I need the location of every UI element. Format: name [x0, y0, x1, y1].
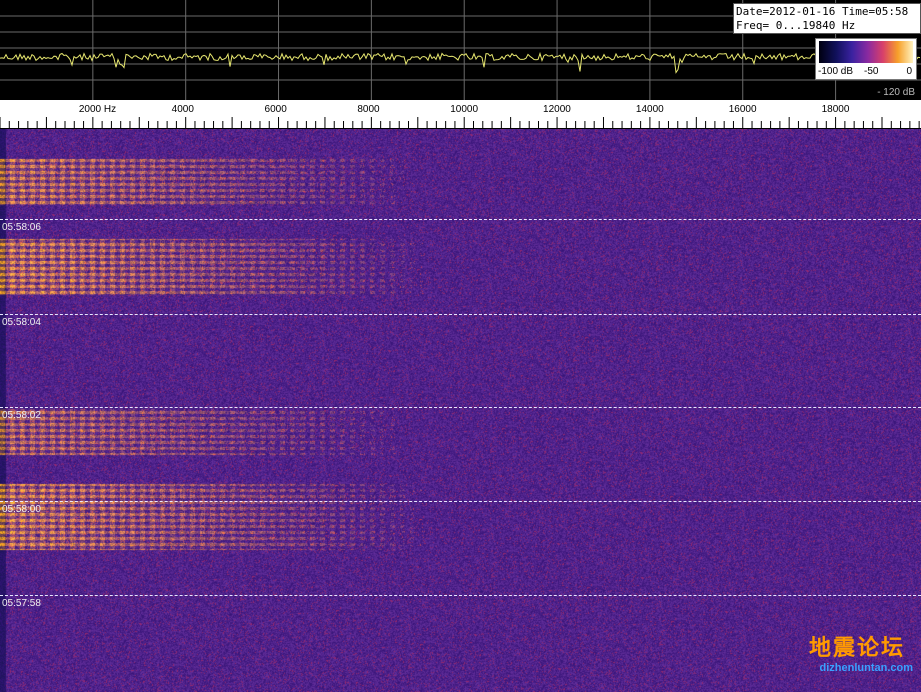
- time-marker-line: [0, 407, 921, 408]
- frequency-tick-label: 12000: [543, 104, 571, 115]
- legend-min-label: -100 dB: [818, 66, 854, 77]
- spectrum-analyzer-window: Date=2012-01-16 Time=05:58 Freq= 0...198…: [0, 0, 921, 692]
- frequency-tick-label: 16000: [729, 104, 757, 115]
- spectrum-trace-panel: Date=2012-01-16 Time=05:58 Freq= 0...198…: [0, 0, 921, 100]
- color-scale-legend: -100 dB -50 0: [815, 38, 917, 80]
- time-marker-label: 05:58:04: [2, 317, 41, 328]
- legend-max-label: 0: [906, 66, 912, 77]
- time-marker-line: [0, 501, 921, 502]
- legend-mid-label: -50: [864, 66, 879, 77]
- time-marker-line: [0, 219, 921, 220]
- noise-floor-label: - 120 dB: [877, 87, 915, 98]
- waterfall-canvas: [0, 129, 921, 692]
- frequency-tick-label: 8000: [357, 104, 380, 115]
- waterfall-spectrogram: 05:58:06 05:58:04 05:58:02 05:58:00 05:57:58…: [0, 129, 921, 692]
- watermark-logo-text: 地震论坛: [808, 636, 905, 661]
- frequency-axis-ruler: 2000 Hz 4000 6000 8000 10000 12000 14000 16000 1…: [0, 104, 920, 129]
- time-marker-label: 05:58:06: [2, 222, 41, 233]
- frequency-tick-label: 4000: [172, 104, 195, 115]
- frequency-tick-label: 18000: [822, 104, 850, 115]
- time-marker-label: 05:58:02: [2, 410, 41, 421]
- time-marker-line: [0, 314, 921, 315]
- frequency-axis: 2000 Hz 4000 6000 8000 10000 12000 14000 16000 1…: [0, 100, 921, 129]
- date-time-readout: Date=2012-01-16 Time=05:58: [736, 5, 909, 18]
- time-marker-label: 05:57:58: [2, 598, 41, 609]
- time-marker-line: [0, 595, 921, 596]
- info-box: Date=2012-01-16 Time=05:58 Freq= 0...198…: [733, 3, 921, 34]
- frequency-tick-label: 2000 Hz: [79, 104, 116, 115]
- spectrum-trace-line: [0, 51, 921, 74]
- frequency-tick-label: 6000: [265, 104, 288, 115]
- time-marker-label: 05:58:00: [2, 504, 41, 515]
- watermark-url: dizhenluntan.com: [819, 662, 914, 674]
- color-scale-gradient: [819, 41, 913, 63]
- freq-range-readout: Freq= 0...19840 Hz: [736, 19, 856, 32]
- frequency-tick-label: 10000: [450, 104, 478, 115]
- frequency-tick-label: 14000: [636, 104, 664, 115]
